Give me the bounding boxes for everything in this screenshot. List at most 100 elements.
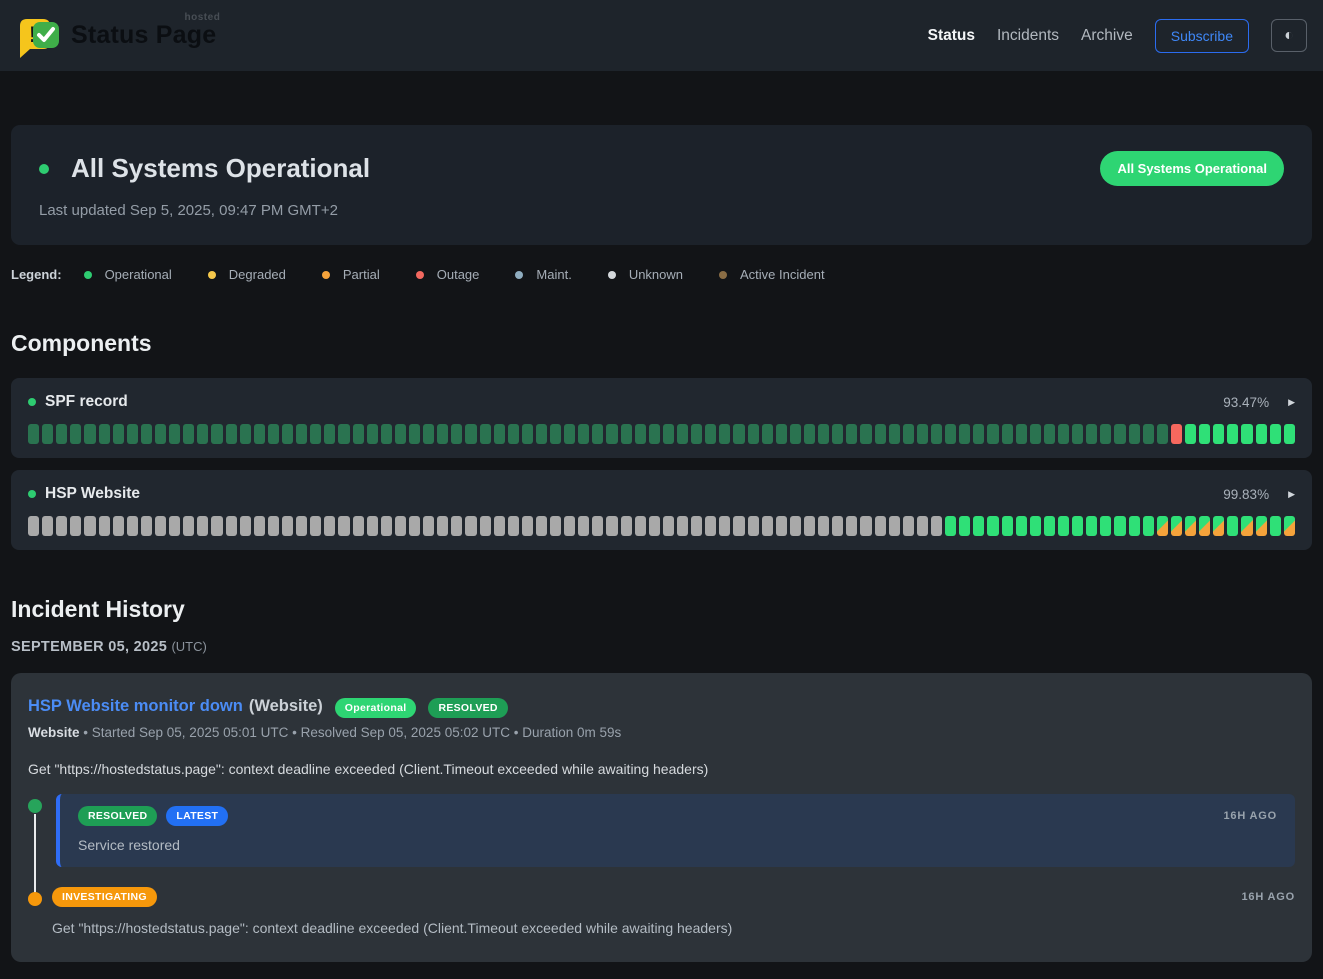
uptime-bar-muted xyxy=(1030,424,1041,444)
nav-item-archive[interactable]: Archive xyxy=(1081,27,1133,45)
update-content: INVESTIGATING16H AGOGet "https://hosteds… xyxy=(52,887,1295,936)
uptime-bar-muted xyxy=(296,424,307,444)
component-name: HSP Website xyxy=(45,485,140,503)
uptime-bar-up xyxy=(1227,516,1238,536)
uptime-bar-muted xyxy=(522,424,533,444)
uptime-bar-nodata xyxy=(832,516,843,536)
uptime-bar-muted xyxy=(691,424,702,444)
overall-status-title: All Systems Operational xyxy=(71,153,370,184)
legend-item-label: Partial xyxy=(343,267,380,282)
uptime-bar-muted xyxy=(635,424,646,444)
uptime-bar-up xyxy=(945,516,956,536)
component-header-row[interactable]: SPF record93.47%▶ xyxy=(28,393,1295,411)
uptime-bar-nodata xyxy=(367,516,378,536)
uptime-bar-mixed xyxy=(1185,516,1196,536)
uptime-bar-up xyxy=(1284,424,1295,444)
subscribe-button[interactable]: Subscribe xyxy=(1155,19,1249,53)
components-heading: Components xyxy=(11,330,1312,357)
update-message: Service restored xyxy=(78,837,1277,853)
uptime-bar-muted xyxy=(550,424,561,444)
uptime-bar-muted xyxy=(1143,424,1154,444)
uptime-bar-muted xyxy=(606,424,617,444)
incident-badge-resolved: RESOLVED xyxy=(428,698,507,718)
uptime-bar-nodata xyxy=(663,516,674,536)
nav-item-status[interactable]: Status xyxy=(928,27,975,45)
uptime-bar-muted xyxy=(141,424,152,444)
uptime-bar-up xyxy=(1016,516,1027,536)
uptime-bar-nodata xyxy=(338,516,349,536)
expand-arrow-icon[interactable]: ▶ xyxy=(1288,489,1295,500)
uptime-bar-muted xyxy=(621,424,632,444)
uptime-bar-nodata xyxy=(480,516,491,536)
legend-item-outage: Outage xyxy=(416,267,480,282)
uptime-bar-nodata xyxy=(437,516,448,536)
uptime-bar-muted xyxy=(1157,424,1168,444)
uptime-bar-muted xyxy=(28,424,39,444)
incident-description: Get "https://hostedstatus.page": context… xyxy=(28,761,1295,777)
uptime-bar-muted xyxy=(889,424,900,444)
uptime-bar-nodata xyxy=(917,516,928,536)
incident-timezone: (UTC) xyxy=(171,639,206,654)
legend-dot xyxy=(416,271,424,279)
uptime-bar-nodata xyxy=(197,516,208,536)
uptime-bar-nodata xyxy=(56,516,67,536)
uptime-bar-muted xyxy=(931,424,942,444)
uptime-bar-down xyxy=(1171,424,1182,444)
uptime-bar-muted xyxy=(903,424,914,444)
uptime-bar-muted xyxy=(381,424,392,444)
uptime-bar-up xyxy=(1227,424,1238,444)
component-uptime-percent: 99.83% xyxy=(1223,487,1269,502)
uptime-bar-nodata xyxy=(353,516,364,536)
uptime-bar-muted xyxy=(395,424,406,444)
brand-logo[interactable]: ! Status Page hosted xyxy=(16,13,216,59)
legend-item-partial: Partial xyxy=(322,267,380,282)
component-header-row[interactable]: HSP Website 99.83% ▶ xyxy=(28,485,1295,503)
incident-meta-component: Website xyxy=(28,725,80,740)
uptime-bar-muted xyxy=(1114,424,1125,444)
overall-status-badge: All Systems Operational xyxy=(1100,151,1284,186)
top-bar: ! Status Page hosted Status Incidents Arch… xyxy=(0,0,1323,71)
incident-title-link[interactable]: HSP Website monitor down xyxy=(28,697,243,716)
uptime-bar-muted xyxy=(480,424,491,444)
expand-arrow-icon[interactable]: ▶ xyxy=(1288,397,1295,408)
uptime-bar-nodata xyxy=(748,516,759,536)
uptime-bar-muted xyxy=(663,424,674,444)
uptime-bar-muted xyxy=(649,424,660,444)
uptime-bar-nodata xyxy=(42,516,53,536)
uptime-bar-nodata xyxy=(310,516,321,536)
uptime-bar-up xyxy=(1086,516,1097,536)
uptime-bar-nodata xyxy=(621,516,632,536)
uptime-bar-muted xyxy=(367,424,378,444)
legend-dot xyxy=(608,271,616,279)
uptime-bar-nodata xyxy=(508,516,519,536)
last-updated-text: Last updated Sep 5, 2025, 09:47 PM GMT+2 xyxy=(39,202,1284,219)
uptime-bar-muted xyxy=(268,424,279,444)
update-latest-badge: LATEST xyxy=(166,806,228,826)
update-header-row: INVESTIGATING16H AGO xyxy=(52,887,1295,907)
legend-item-label: Active Incident xyxy=(740,267,825,282)
incident-badge-operational: Operational xyxy=(335,698,417,718)
uptime-bar-muted xyxy=(99,424,110,444)
overall-status-dot xyxy=(39,164,49,174)
uptime-bar-muted xyxy=(804,424,815,444)
uptime-bar-nodata xyxy=(395,516,406,536)
nav-item-incidents[interactable]: Incidents xyxy=(997,27,1059,45)
incident-timeline: RESOLVEDLATEST16H AGOService restoredINV… xyxy=(28,794,1295,936)
page-body: All Systems Operational All Systems Oper… xyxy=(0,125,1323,962)
uptime-bar-nodata xyxy=(324,516,335,536)
main-nav: Status Incidents Archive Subscribe ◐ xyxy=(928,19,1307,53)
uptime-bar-muted xyxy=(465,424,476,444)
uptime-bar-muted xyxy=(338,424,349,444)
uptime-bar-mixed xyxy=(1241,516,1252,536)
uptime-bar-nodata xyxy=(875,516,886,536)
uptime-bar-nodata xyxy=(550,516,561,536)
theme-toggle-button[interactable]: ◐ xyxy=(1271,19,1307,52)
component-uptime-percent: 93.47% xyxy=(1223,395,1269,410)
uptime-bar-up xyxy=(1270,424,1281,444)
component-status-dot xyxy=(28,490,36,498)
uptime-bar-up xyxy=(987,516,998,536)
uptime-bar-muted xyxy=(832,424,843,444)
legend-dot xyxy=(84,271,92,279)
legend-item-label: Degraded xyxy=(229,267,286,282)
uptime-bar-nodata xyxy=(649,516,660,536)
